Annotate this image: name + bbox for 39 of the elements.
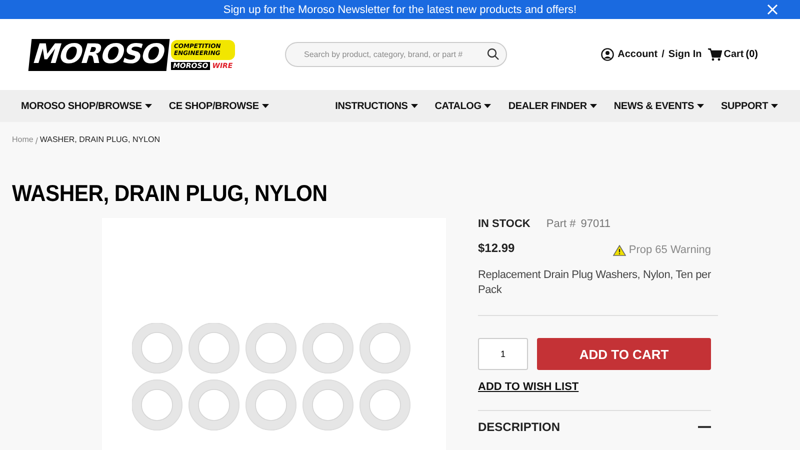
- part-number: 97011: [580, 218, 610, 230]
- nav-menu-item[interactable]: DEALER FINDER: [508, 100, 597, 112]
- search-icon[interactable]: [487, 48, 499, 60]
- stock-status: IN STOCK: [478, 218, 530, 230]
- caret-icon: [262, 104, 269, 108]
- caret-icon: [144, 104, 152, 108]
- banner-text: Sign up for the Moroso Newsletter for the latest new products and offers!: [223, 4, 577, 16]
- price: $12.99: [478, 241, 515, 255]
- search-field[interactable]: Search by product, category, brand, or part #: [285, 42, 507, 67]
- wish-list-link[interactable]: ADD TO WISH LIST: [478, 381, 579, 393]
- part-label: Part #: [546, 218, 576, 230]
- nav-menu-item[interactable]: SUPPORT: [721, 100, 778, 112]
- nav-menu-item[interactable]: CATALOG: [434, 100, 492, 112]
- cart-link[interactable]: Cart: [724, 49, 744, 60]
- sign-in-link[interactable]: Sign In: [668, 49, 702, 60]
- product-summary: Replacement Drain Plug Washers, Nylon, Ten per Pack: [478, 268, 718, 316]
- account-link[interactable]: Account: [618, 49, 658, 60]
- warning-icon: [612, 244, 626, 256]
- breadcrumb-separator: /: [35, 136, 38, 146]
- caret-icon: [410, 104, 418, 108]
- caret-icon: [590, 104, 597, 108]
- nav-menu-item[interactable]: INSTRUCTIONS: [335, 100, 418, 112]
- description-accordion-header[interactable]: DESCRIPTION: [478, 420, 711, 434]
- nav-menu-item[interactable]: NEWS & EVENTS: [614, 100, 704, 112]
- cart-icon[interactable]: [708, 48, 722, 61]
- nav-menu-item[interactable]: MOROSO SHOP/BROWSE: [21, 100, 152, 112]
- caret-icon: [771, 104, 778, 108]
- cart-count: (0): [746, 49, 758, 60]
- breadcrumb-current: WASHER, DRAIN PLUG, NYLON: [40, 135, 160, 144]
- quantity-field[interactable]: 1: [478, 338, 528, 370]
- close-icon[interactable]: [767, 4, 778, 15]
- caret-icon: [697, 104, 704, 108]
- logo-text[interactable]: MOROSO: [28, 38, 170, 70]
- add-to-cart-button[interactable]: ADD TO CART: [537, 338, 711, 370]
- nav-menu-item[interactable]: CE SHOP/BROWSE: [168, 100, 269, 112]
- separator-text: /: [662, 49, 664, 60]
- caret-icon: [484, 104, 492, 108]
- user-icon[interactable]: [600, 48, 614, 61]
- product-title: WASHER, DRAIN PLUG, NYLON: [12, 180, 328, 207]
